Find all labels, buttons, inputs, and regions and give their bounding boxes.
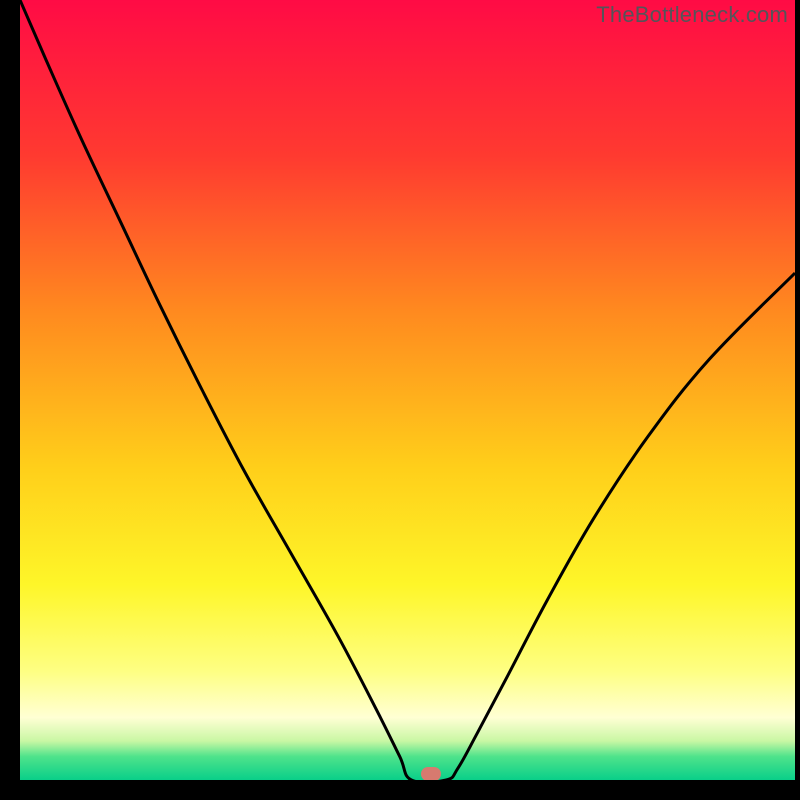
chart-frame: TheBottleneck.com: [0, 0, 800, 800]
plot-area: [20, 0, 795, 780]
gradient-background: [20, 0, 795, 780]
optimal-point-marker: [421, 767, 441, 780]
chart-svg: [20, 0, 795, 780]
watermark-text: TheBottleneck.com: [596, 2, 788, 28]
